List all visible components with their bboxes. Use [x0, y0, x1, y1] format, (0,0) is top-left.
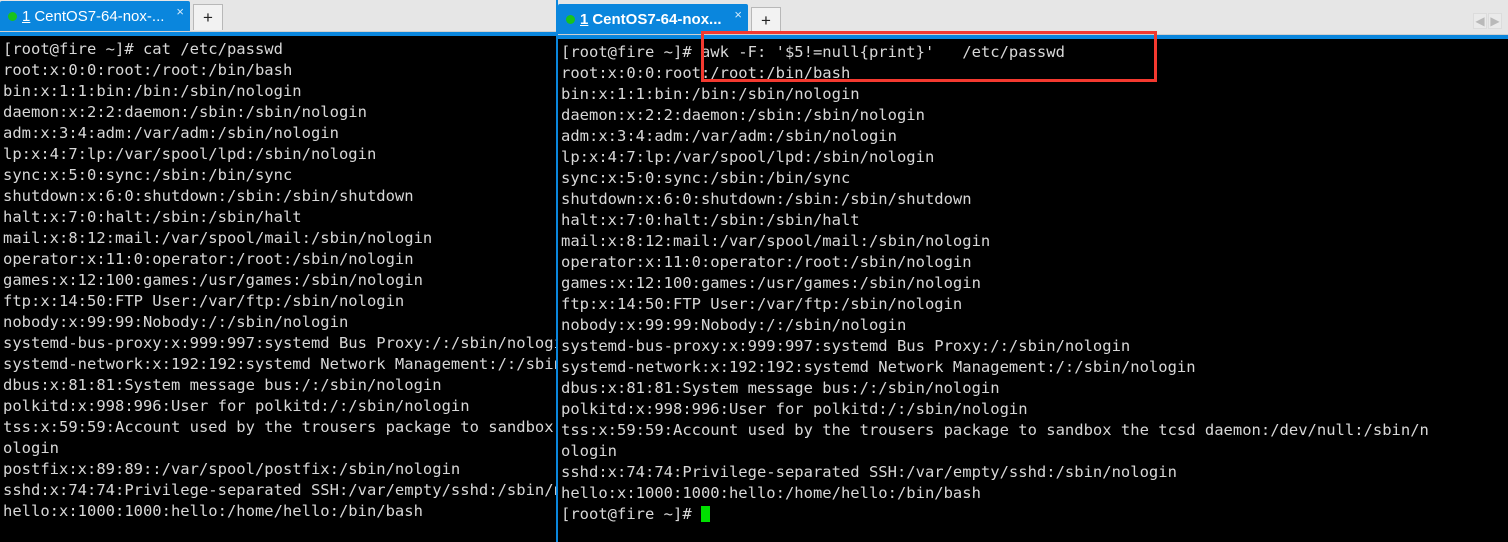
terminal-line: systemd-network:x:192:192:systemd Networ…: [561, 358, 1196, 376]
tab-centos-right[interactable]: 1 CentOS7-64-nox... ×: [558, 4, 748, 34]
terminal-line: polkitd:x:998:996:User for polkitd:/:/sb…: [3, 397, 470, 415]
terminal-line: halt:x:7:0:halt:/sbin:/sbin/halt: [3, 208, 302, 226]
session-connected-dot-icon: [8, 11, 17, 21]
terminal-line: nobody:x:99:99:Nobody:/:/sbin/nologin: [561, 316, 907, 334]
terminal-line: mail:x:8:12:mail:/var/spool/mail:/sbin/n…: [3, 229, 433, 247]
terminal-line: sshd:x:74:74:Privilege-separated SSH:/va…: [561, 463, 1177, 481]
terminal-line: sync:x:5:0:sync:/sbin:/bin/sync: [3, 166, 293, 184]
terminal-command-line: [root@fire ~]# awk -F: '$5!=null{print}'…: [561, 43, 1065, 61]
terminal-line: operator:x:11:0:operator:/root:/sbin/nol…: [3, 250, 414, 268]
terminal-line: hello:x:1000:1000:hello:/home/hello:/bin…: [561, 484, 981, 502]
close-icon[interactable]: ×: [726, 8, 742, 21]
terminal-line: polkitd:x:998:996:User for polkitd:/:/sb…: [561, 400, 1028, 418]
prompt-label: [root@fire ~]#: [561, 505, 701, 523]
terminal-line: lp:x:4:7:lp:/var/spool/lpd:/sbin/nologin: [561, 148, 935, 166]
new-tab-button[interactable]: +: [751, 7, 781, 33]
terminal-line: lp:x:4:7:lp:/var/spool/lpd:/sbin/nologin: [3, 145, 377, 163]
terminal-line: games:x:12:100:games:/usr/games:/sbin/no…: [3, 271, 423, 289]
terminal-line: tss:x:59:59:Account used by the trousers…: [3, 418, 554, 436]
terminal-line: nobody:x:99:99:Nobody:/:/sbin/nologin: [3, 313, 349, 331]
tab-bar-right: 1 CentOS7-64-nox... × + ◀ ▶: [558, 0, 1508, 35]
new-tab-button[interactable]: +: [193, 4, 223, 30]
terminal-output-right[interactable]: [root@fire ~]# awk -F: '$5!=null{print}'…: [558, 39, 1508, 542]
tab-scroll-controls: ◀ ▶: [1473, 13, 1508, 29]
terminal-line: adm:x:3:4:adm:/var/adm:/sbin/nologin: [3, 124, 339, 142]
terminal-line: systemd-bus-proxy:x:999:997:systemd Bus …: [3, 334, 560, 352]
terminal-line: shutdown:x:6:0:shutdown:/sbin:/sbin/shut…: [3, 187, 414, 205]
screen: 1 CentOS7-64-nox-... × + [root@fire ~]# …: [0, 0, 1508, 542]
terminal-line: operator:x:11:0:operator:/root:/sbin/nol…: [561, 253, 972, 271]
terminal-line: dbus:x:81:81:System message bus:/:/sbin/…: [561, 379, 1000, 397]
terminal-line: postfix:x:89:89::/var/spool/postfix:/sbi…: [3, 460, 461, 478]
terminal-line: dbus:x:81:81:System message bus:/:/sbin/…: [3, 376, 442, 394]
terminal-line: root:x:0:0:root:/root:/bin/bash: [561, 64, 851, 82]
terminal-line: systemd-network:x:192:192:systemd Networ…: [3, 355, 560, 373]
terminal-line: ftp:x:14:50:FTP User:/var/ftp:/sbin/nolo…: [561, 295, 963, 313]
session-connected-dot-icon: [566, 14, 575, 24]
tab-index-label: 1: [22, 7, 31, 25]
terminal-line: shutdown:x:6:0:shutdown:/sbin:/sbin/shut…: [561, 190, 972, 208]
chevron-right-icon[interactable]: ▶: [1488, 13, 1502, 29]
terminal-line: ologin: [3, 439, 59, 457]
terminal-line: sync:x:5:0:sync:/sbin:/bin/sync: [561, 169, 851, 187]
terminal-line: daemon:x:2:2:daemon:/sbin:/sbin/nologin: [561, 106, 925, 124]
terminal-line: bin:x:1:1:bin:/bin:/sbin/nologin: [561, 85, 860, 103]
tab-centos-left[interactable]: 1 CentOS7-64-nox-... ×: [0, 1, 190, 31]
terminal-cursor: [700, 506, 710, 522]
terminal-line: halt:x:7:0:halt:/sbin:/sbin/halt: [561, 211, 860, 229]
terminal-prompt-line: [root@fire ~]#: [561, 504, 1508, 525]
tab-title-label: CentOS7-64-nox...: [592, 10, 722, 28]
terminal-line: ologin: [561, 442, 617, 460]
terminal-line: bin:x:1:1:bin:/bin:/sbin/nologin: [3, 82, 302, 100]
terminal-window-right[interactable]: 1 CentOS7-64-nox... × + ◀ ▶ [root@fire ~…: [556, 0, 1508, 542]
tab-index-label: 1: [580, 10, 589, 28]
close-icon[interactable]: ×: [168, 5, 184, 18]
terminal-line: games:x:12:100:games:/usr/games:/sbin/no…: [561, 274, 981, 292]
terminal-line: systemd-bus-proxy:x:999:997:systemd Bus …: [561, 337, 1131, 355]
terminal-line: mail:x:8:12:mail:/var/spool/mail:/sbin/n…: [561, 232, 991, 250]
chevron-left-icon[interactable]: ◀: [1473, 13, 1487, 29]
terminal-line: [root@fire ~]# cat /etc/passwd: [3, 40, 283, 58]
terminal-line: daemon:x:2:2:daemon:/sbin:/sbin/nologin: [3, 103, 367, 121]
terminal-line: adm:x:3:4:adm:/var/adm:/sbin/nologin: [561, 127, 897, 145]
terminal-line: tss:x:59:59:Account used by the trousers…: [561, 421, 1429, 439]
terminal-output-left[interactable]: [root@fire ~]# cat /etc/passwd root:x:0:0…: [0, 36, 560, 542]
tab-title-label: CentOS7-64-nox-...: [34, 7, 165, 25]
terminal-line: hello:x:1000:1000:hello:/home/hello:/bin…: [3, 502, 423, 520]
tab-bar-left: 1 CentOS7-64-nox-... × +: [0, 0, 560, 32]
terminal-window-left[interactable]: 1 CentOS7-64-nox-... × + [root@fire ~]# …: [0, 0, 560, 542]
terminal-line: sshd:x:74:74:Privilege-separated SSH:/va…: [3, 481, 560, 499]
terminal-line: ftp:x:14:50:FTP User:/var/ftp:/sbin/nolo…: [3, 292, 405, 310]
terminal-line: root:x:0:0:root:/root:/bin/bash: [3, 61, 293, 79]
